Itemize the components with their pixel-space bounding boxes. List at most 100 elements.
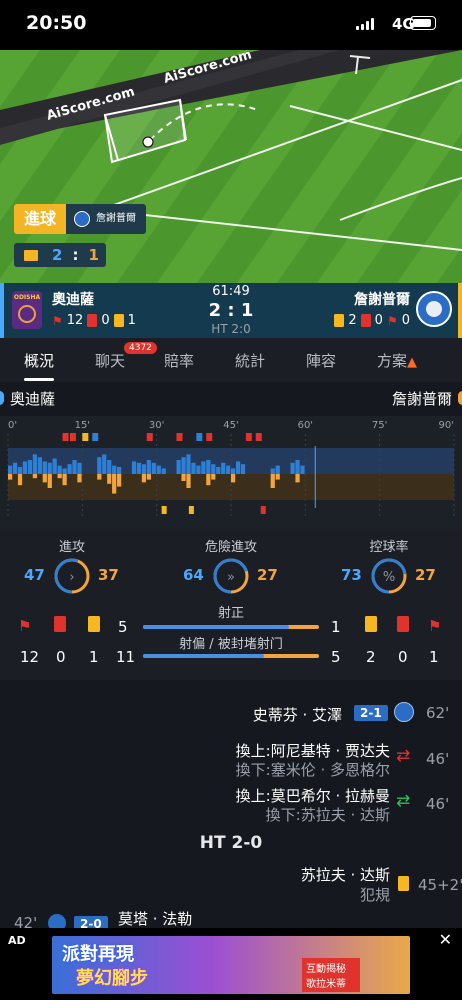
home-momentum-bar [107,460,112,474]
home-momentum-bar [231,468,236,474]
timeline-event-marker [260,506,266,514]
away-momentum-bar [47,474,52,488]
away-momentum-bar [62,474,67,486]
home-momentum-bar [151,462,156,474]
event-score-badge: 2-0 [74,916,108,928]
away-momentum-bar [32,474,37,479]
away-momentum-bar [206,474,211,486]
yellow-card-icon [334,314,345,327]
timeline-event-marker [196,433,203,441]
mini-score-sep: : [72,246,79,264]
home-momentum-bar [235,461,241,474]
substitution-icon: ⇄ [396,746,411,766]
home-momentum-bar [275,465,280,474]
active-tab-indicator [24,378,54,381]
event-player[interactable]: 莫塔 · 法勒 [118,908,192,928]
home-red: 0 [56,648,66,666]
event-detail: 犯規 [359,886,390,904]
home-momentum-bar [8,465,13,474]
away-momentum-bar [181,474,186,481]
percent-icon: % [371,558,407,594]
battery-icon [410,16,436,30]
home-momentum-bar [27,460,33,474]
tab-overview[interactable]: 概況 [24,350,54,371]
home-momentum-bar [295,460,300,474]
home-momentum-bar [196,465,201,474]
timeline-event-marker [92,433,99,441]
ad-subheadline: 夢幻腳步 [76,968,148,989]
home-momentum-bar [117,467,122,474]
svg-text:%: % [383,570,395,585]
timeline-event-marker [206,433,213,441]
fire-icon: ▲ [407,355,418,370]
team-crest-icon [74,211,91,227]
sub-out-player[interactable]: 換下:塞米伦 · 多恩格尔 [236,759,390,780]
timeline-event-marker [176,433,183,441]
timeline-tick: 15' [75,420,90,431]
away-momentum-bar [270,474,275,488]
event-minute: 46' [426,795,450,813]
away-red: 0 [398,648,408,666]
event-minute: 45+2' [418,876,462,894]
tab-plans[interactable]: 方案▲ [377,350,417,371]
timeline-event-marker [161,506,167,514]
away-momentum-bar [107,474,112,484]
timeline-tick: 0' [8,420,17,431]
home-momentum-bar [176,460,181,474]
off-target-label: 射偏 / 被封堵射门 [179,637,283,652]
off-target-home: 11 [116,648,136,666]
away-momentum-bar [112,474,117,494]
double-chevron-icon: » [213,558,249,594]
home-momentum-bar [141,464,147,474]
home-momentum-bar [206,460,211,474]
tab-stats[interactable]: 統計 [235,350,265,371]
close-icon[interactable]: ✕ [439,930,452,949]
event-player[interactable]: 史蒂芬 · 艾澤 [253,704,342,725]
momentum-timeline: 0' 15' 30' 45' 60' 75' 90' [0,416,462,530]
home-momentum-bar [146,460,151,474]
sub-in-player[interactable]: 換上:莫巴希尔 · 拉赫曼 [236,785,390,806]
away-team-name[interactable]: 詹謝普爾 [354,289,410,309]
home-momentum-bar [77,462,82,474]
ad-tag: 互動揭秘 歌拉米蒂 [302,958,360,992]
gauge-label: 控球率 [369,540,409,555]
tab-bar: 概況 聊天 4372 賠率 統計 陣容 方案▲ [0,338,462,382]
tab-odds[interactable]: 賠率 [164,350,194,371]
event-player[interactable]: 苏拉夫 · 达斯 [301,864,390,885]
off-target-away: 5 [331,648,341,666]
home-yellow: 1 [89,648,99,666]
home-momentum-bar [72,460,77,474]
tab-chat[interactable]: 聊天 [95,350,125,371]
timeline-event-marker [62,433,69,441]
gauge-label: 危險進攻 [204,540,257,555]
home-momentum-bar [22,461,28,474]
home-momentum-bar [52,458,57,474]
cellular-signal-icon [356,18,376,30]
timeline-tick: 30' [149,420,164,431]
away-team-logo[interactable] [416,291,452,327]
away-momentum-bar [77,474,82,483]
goal-team-name: 詹謝普爾 [96,213,137,224]
ad-creative[interactable]: 派對再現 夢幻腳步 互動揭秘 歌拉米蒂 [52,936,410,994]
yellow-card-icon [398,876,409,895]
goal-badge: 進球 詹謝普爾 [14,204,147,234]
sub-in-player[interactable]: 換上:阿尼基特 · 贾达夫 [236,740,390,761]
away-yellow: 2 [366,648,376,666]
ball-icon [142,136,154,148]
clock-icon [24,249,38,261]
home-momentum-bar [226,465,231,474]
gauge-away-value: 27 [415,566,436,584]
timeline-event-marker [69,433,76,441]
chat-count-badge: 4372 [124,342,157,354]
gauge-label: 進攻 [58,540,85,555]
ad-banner[interactable]: AD ✕ 派對再現 夢幻腳步 互動揭秘 歌拉米蒂 [0,928,462,1000]
away-momentum-bar [295,474,300,483]
event-score-badge: 2-1 [354,705,388,721]
tab-lineup[interactable]: 陣容 [306,350,336,371]
home-momentum-bar [47,462,52,474]
sub-out-player[interactable]: 換下:苏拉夫 · 达斯 [266,804,390,825]
svg-text:›: › [69,570,74,585]
home-momentum-bar [32,454,37,474]
status-bar: 20:50 4G [0,0,462,50]
stats-panel: 進攻 47 37 › 危險進攻 64 27» 控球率 73 27% ⚑ ⚑ 射正 5 1 射偏 /… [0,530,462,680]
